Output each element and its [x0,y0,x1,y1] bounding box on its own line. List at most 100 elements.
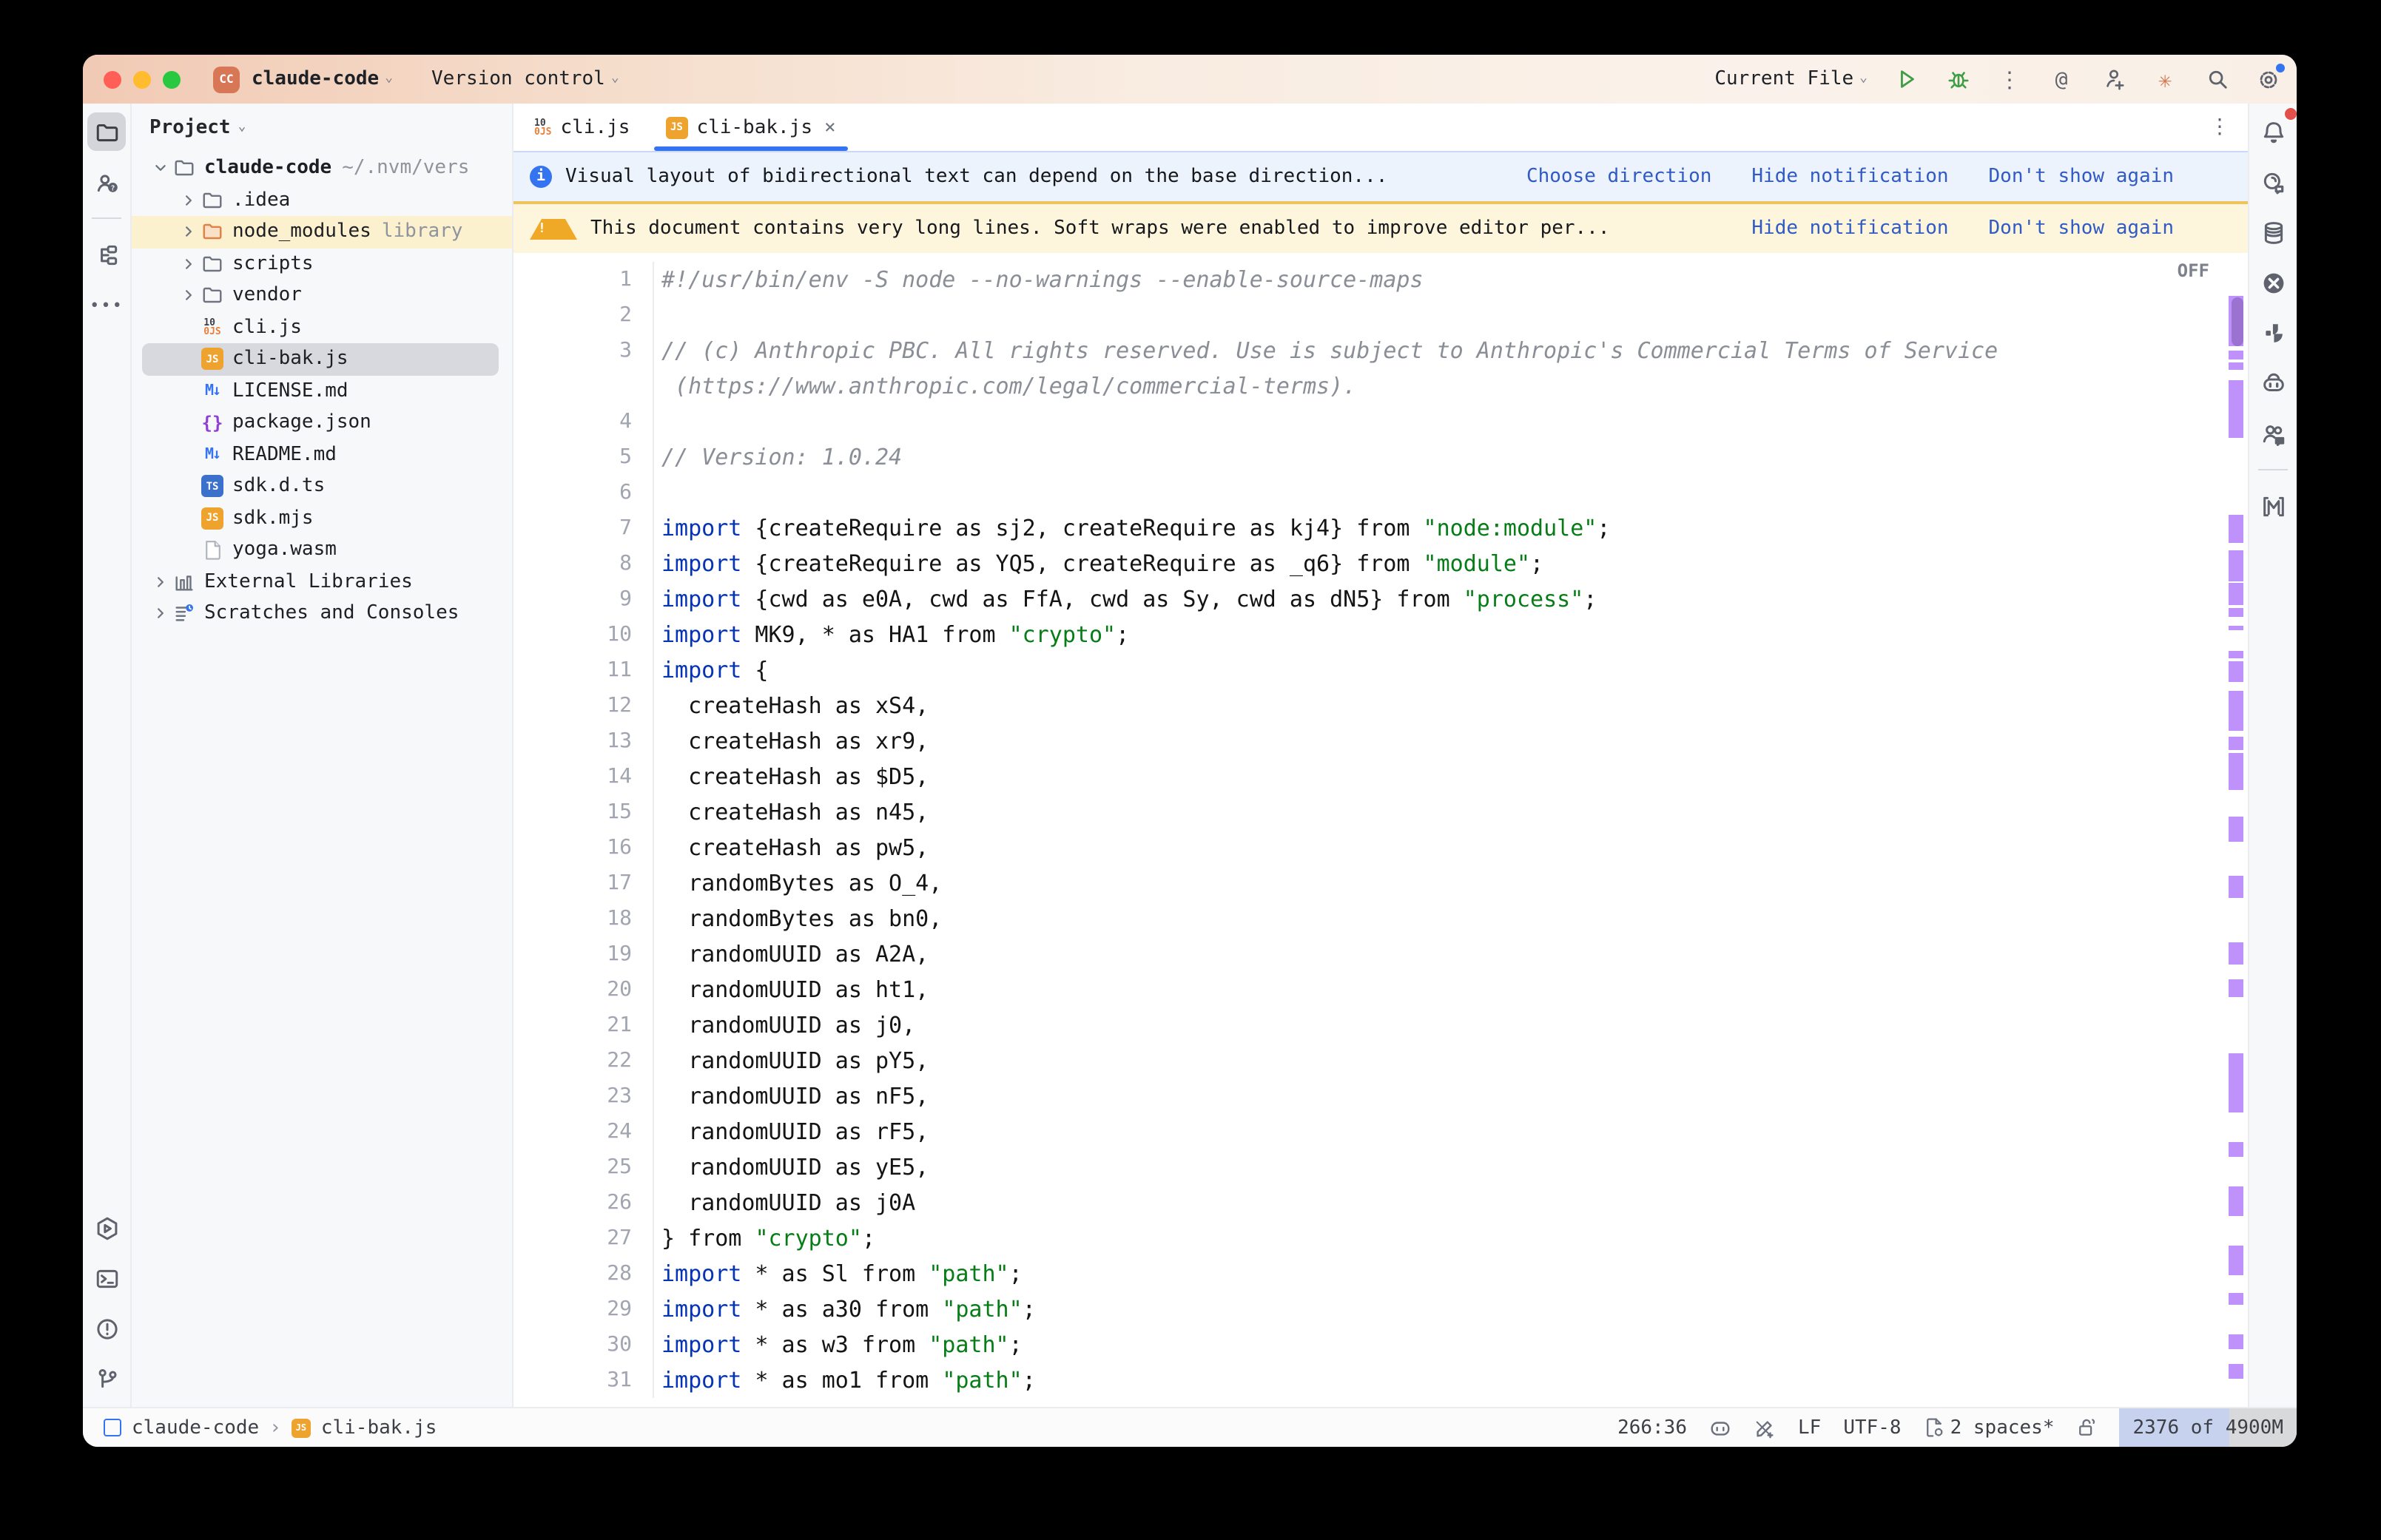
more-actions-kebab-icon[interactable]: ⋮ [1996,66,2023,92]
line-number[interactable]: 23 [513,1078,654,1114]
add-user-icon[interactable] [2100,66,2126,92]
writable-lock-icon[interactable] [2077,1417,2098,1438]
error-stripe-mark[interactable] [2229,515,2243,543]
ai-chat-icon[interactable] [2254,163,2292,201]
error-stripe-mark[interactable] [2229,1364,2243,1379]
project-folder-icon[interactable] [87,112,126,151]
vcs-menu[interactable]: Version control⌄ [431,68,619,90]
chevron-down-icon[interactable] [149,162,172,175]
line-number[interactable]: 26 [513,1185,654,1220]
error-stripe-mark[interactable] [2229,1334,2243,1349]
line-number[interactable]: 10 [513,617,654,652]
error-stripe-mark[interactable] [2229,550,2243,581]
line-number[interactable]: 17 [513,865,654,901]
line-number[interactable]: 27 [513,1220,654,1256]
code-line-20[interactable]: 20 randomUUID as ht1, [513,972,2248,1007]
project-panel-header[interactable]: Project ⌄ [132,104,512,149]
code-line-8[interactable]: 8import {createRequire as YQ5, createReq… [513,546,2248,581]
code-line-15[interactable]: 15 createHash as n45, [513,794,2248,830]
line-number[interactable]: 16 [513,830,654,865]
error-stripe-mark[interactable] [2229,979,2243,997]
code-editor[interactable]: 1#!/usr/bin/env -S node --no-warnings --… [513,253,2248,1407]
chevron-right-icon[interactable] [178,289,200,303]
code-line-31[interactable]: 31import * as mo1 from "path"; [513,1362,2248,1398]
error-stripe-mark[interactable] [2229,1246,2243,1275]
banner-action-don-t-show-again[interactable]: Don't show again [1989,217,2174,240]
error-stripe-mark[interactable] [2229,753,2243,790]
error-stripe-mark[interactable] [2229,380,2243,438]
error-stripe-mark[interactable] [2229,817,2243,842]
chevron-right-icon[interactable] [178,226,200,239]
indent-selector[interactable]: 2 spaces* [1924,1416,2055,1439]
caret-position[interactable]: 266:36 [1617,1416,1687,1439]
code-line-1[interactable]: 1#!/usr/bin/env -S node --no-warnings --… [513,262,2248,297]
x-circle-icon[interactable] [2254,263,2292,302]
code-line-16[interactable]: 16 createHash as pw5, [513,830,2248,865]
close-window-button[interactable] [104,70,121,88]
run-icon[interactable] [1893,66,1919,92]
debug-icon[interactable] [1944,66,1971,92]
tab-cli-bak-js[interactable]: JS cli-bak.js × [647,104,853,151]
code-line-11[interactable]: 11import { [513,652,2248,688]
tree-item--idea[interactable]: .idea [132,184,512,216]
line-number[interactable]: 18 [513,901,654,936]
line-number[interactable]: 31 [513,1362,654,1398]
editor-scrollbar-thumb[interactable] [2232,297,2243,346]
zoom-window-button[interactable] [163,70,181,88]
line-number[interactable]: 25 [513,1149,654,1185]
error-stripe-mark[interactable] [2229,362,2243,370]
line-number[interactable]: 7 [513,510,654,546]
pinwheel-icon[interactable] [2254,314,2292,352]
banner-action-don-t-show-again[interactable]: Don't show again [1989,166,2174,188]
banner-action-hide-notification[interactable]: Hide notification [1751,166,1948,188]
code-line-7[interactable]: 7import {createRequire as sj2, createReq… [513,510,2248,546]
code-line-30[interactable]: 30import * as w3 from "path"; [513,1327,2248,1362]
tree-item-scratches-and-consoles[interactable]: Scratches and Consoles [132,598,512,629]
ai-at-icon[interactable]: @ [2048,66,2075,92]
error-stripe-mark[interactable] [2229,1186,2243,1216]
breadcrumb-project[interactable]: claude-code [132,1416,259,1439]
error-stripe-mark[interactable] [2229,651,2243,658]
code-line-18[interactable]: 18 randomBytes as bn0, [513,901,2248,936]
line-number[interactable]: 12 [513,688,654,723]
line-number[interactable] [513,368,654,404]
error-stripe-mark[interactable] [2229,661,2243,682]
line-number[interactable]: 3 [513,333,654,368]
highlighting-off-icon[interactable] [1754,1416,1776,1439]
code-line-26[interactable]: 26 randomUUID as j0A [513,1185,2248,1220]
line-number[interactable]: 13 [513,723,654,759]
error-stripe-mark[interactable] [2229,691,2243,731]
error-stripe-mark[interactable] [2229,583,2243,605]
tree-item-readme-md[interactable]: M↓README.md [132,439,512,470]
error-stripe-mark[interactable] [2229,626,2243,630]
encoding-selector[interactable]: UTF-8 [1843,1416,1901,1439]
chevron-right-icon[interactable] [178,257,200,271]
user-question-icon[interactable]: ? [87,163,126,201]
code-line-14[interactable]: 14 createHash as $D5, [513,759,2248,794]
line-number[interactable]: 5 [513,439,654,475]
more-icon[interactable]: ••• [87,286,126,324]
code-line-24[interactable]: 24 randomUUID as rF5, [513,1114,2248,1149]
line-number[interactable]: 9 [513,581,654,617]
error-stripe-mark[interactable] [2229,1053,2243,1112]
tree-item-claude-code[interactable]: claude-code~/.nvm/vers [132,152,512,184]
project-menu[interactable]: claude-code⌄ [252,68,393,90]
code-line-wrap[interactable]: (https://www.anthropic.com/legal/commerc… [513,368,2248,404]
minimize-window-button[interactable] [133,70,151,88]
database-icon[interactable] [2254,213,2292,251]
code-line-10[interactable]: 10import MK9, * as HA1 from "crypto"; [513,617,2248,652]
chevron-right-icon[interactable] [149,607,172,621]
tree-item-vendor[interactable]: vendor [132,280,512,311]
error-stripe-mark[interactable] [2229,351,2243,359]
line-number[interactable]: 14 [513,759,654,794]
tree-item-sdk-d-ts[interactable]: TSsdk.d.ts [132,470,512,502]
line-number[interactable]: 28 [513,1256,654,1291]
chat-users-icon[interactable] [2254,414,2292,453]
tree-item-external-libraries[interactable]: External Libraries [132,566,512,598]
code-line-17[interactable]: 17 randomBytes as O_4, [513,865,2248,901]
line-number[interactable]: 8 [513,546,654,581]
line-number[interactable]: 24 [513,1114,654,1149]
claude-burst-icon[interactable]: ✳ [2152,66,2178,92]
line-number[interactable]: 6 [513,475,654,510]
banner-action-choose-direction[interactable]: Choose direction [1526,166,1711,188]
